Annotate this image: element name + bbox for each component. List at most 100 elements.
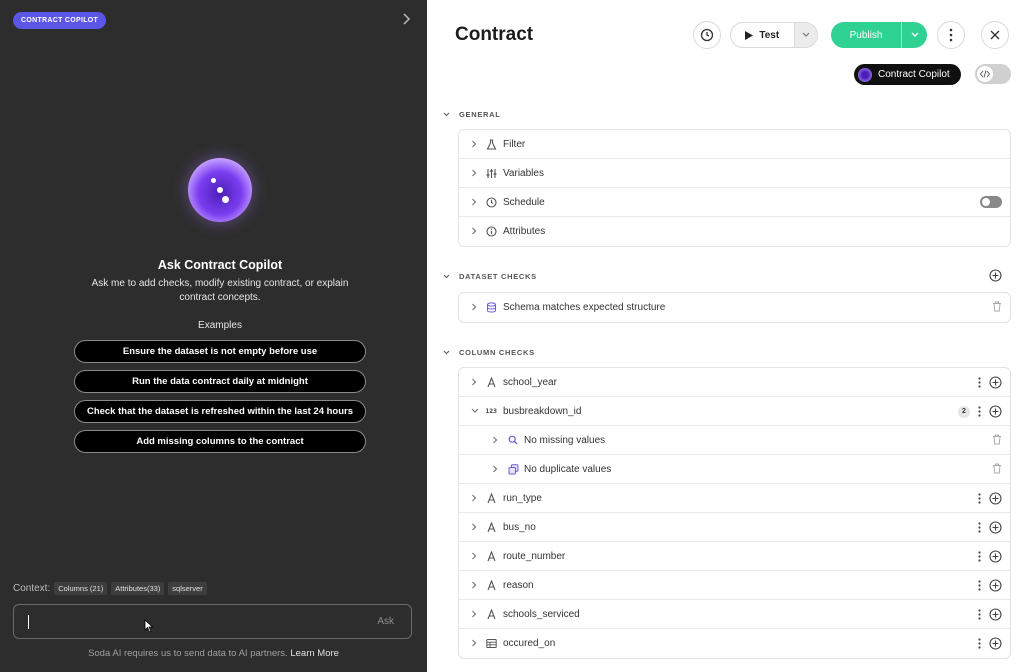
column-row-run-type[interactable]: run_type [459,484,1010,513]
copilot-input[interactable]: Ask [13,604,412,639]
search-icon [507,434,519,446]
add-circle-icon[interactable] [989,269,1002,282]
code-icon [977,66,993,82]
column-label: reason [503,579,534,591]
check-label: No missing values [524,434,606,446]
add-circle-icon[interactable] [989,492,1002,505]
column-row-schools-serviced[interactable]: schools_serviced [459,600,1010,629]
text-type-icon [485,521,497,533]
more-vertical-icon[interactable] [978,551,981,562]
general-item-schedule[interactable]: Schedule [459,188,1010,217]
chevron-right-icon [493,436,498,444]
column-label: run_type [503,492,542,504]
more-vertical-icon[interactable] [978,580,981,591]
general-item-variables[interactable]: Variables [459,159,1010,188]
text-type-icon [485,550,497,562]
context-chip[interactable]: Attributes(33) [111,582,165,595]
more-vertical-icon[interactable] [978,638,981,649]
more-vertical-icon[interactable] [978,609,981,620]
publish-button[interactable]: Publish [831,22,901,48]
column-label: schools_serviced [503,608,580,620]
context-chip[interactable]: sqlserver [168,582,207,595]
item-label: Filter [503,138,526,150]
copilot-orb-icon [858,67,872,82]
example-button[interactable]: Ensure the dataset is not empty before u… [74,340,366,363]
more-vertical-icon[interactable] [978,406,981,417]
column-row-busbreakdown-id[interactable]: 123 busbreakdown_id 2 [459,397,1010,426]
code-view-toggle[interactable] [975,64,1011,84]
chevron-right-icon [472,639,477,647]
chevron-right-icon [472,198,477,206]
learn-more-link[interactable]: Learn More [290,648,339,659]
publish-dropdown-button[interactable] [901,22,927,48]
column-row-school-year[interactable]: school_year [459,368,1010,397]
more-vertical-icon[interactable] [978,493,981,504]
item-label: Variables [503,167,544,179]
general-item-attributes[interactable]: Attributes [459,217,1010,246]
text-type-icon [485,376,497,388]
test-dropdown-button[interactable] [793,23,817,47]
section-general-header[interactable]: GENERAL [443,110,501,119]
chevron-right-icon [472,227,477,235]
trash-icon[interactable] [992,463,1002,474]
general-group: Filter Variables Schedule Attributes [458,129,1011,247]
dataset-check-row[interactable]: Schema matches expected structure [459,293,1010,322]
context-chip[interactable]: Columns (21) [54,582,108,595]
add-circle-icon[interactable] [989,405,1002,418]
section-dataset-checks-header[interactable]: DATASET CHECKS [443,272,537,281]
general-item-filter[interactable]: Filter [459,130,1010,159]
section-column-checks-header[interactable]: COLUMN CHECKS [443,348,535,357]
example-button[interactable]: Check that the dataset is refreshed with… [74,400,366,423]
column-row-route-number[interactable]: route_number [459,542,1010,571]
example-button[interactable]: Run the data contract daily at midnight [74,370,366,393]
chevron-down-icon [911,32,918,37]
test-label: Test [759,29,780,41]
column-label: bus_no [503,521,536,533]
add-circle-icon[interactable] [989,579,1002,592]
trash-icon[interactable] [992,301,1002,312]
more-options-button[interactable] [937,21,965,49]
chevron-down-icon [443,274,450,279]
ask-button[interactable]: Ask [377,616,394,627]
add-circle-icon[interactable] [989,637,1002,650]
trash-icon[interactable] [992,434,1002,445]
chevron-right-icon[interactable] [399,12,413,26]
copilot-orb-icon [188,158,252,222]
more-vertical-icon[interactable] [978,522,981,533]
history-button[interactable] [693,21,721,49]
column-row-bus-no[interactable]: bus_no [459,513,1010,542]
chevron-right-icon [472,169,477,177]
column-label: route_number [503,550,566,562]
chevron-down-icon [802,32,810,37]
column-check-row[interactable]: No missing values [459,426,1010,455]
chevron-right-icon [472,552,477,560]
numeric-type-icon: 123 [485,407,497,415]
table-type-icon [485,637,497,649]
section-title: COLUMN CHECKS [459,348,535,357]
contract-copilot-button[interactable]: Contract Copilot [854,64,961,85]
close-button[interactable] [981,21,1009,49]
copilot-title: Ask Contract Copilot [157,258,283,272]
more-vertical-icon[interactable] [978,377,981,388]
chevron-right-icon [472,303,477,311]
column-check-row[interactable]: No duplicate values [459,455,1010,484]
add-circle-icon[interactable] [989,550,1002,563]
add-circle-icon[interactable] [989,521,1002,534]
item-label: Attributes [503,226,546,237]
copilot-description: Ask me to add checks, modify existing co… [91,278,349,303]
schedule-toggle[interactable] [980,196,1002,208]
contract-editor: Contract Test Publish Contract Copilot G… [427,0,1024,672]
test-button[interactable]: Test [731,23,794,47]
filter-flask-icon [485,138,497,150]
column-row-reason[interactable]: reason [459,571,1010,600]
dataset-checks-group: Schema matches expected structure [458,292,1011,323]
example-button[interactable]: Add missing columns to the contract [74,430,366,453]
column-label: busbreakdown_id [503,405,582,417]
context-bar: Context: Columns (21) Attributes(33) sql… [13,582,207,595]
add-circle-icon[interactable] [989,376,1002,389]
column-row-occured-on[interactable]: occured_on [459,629,1010,658]
column-label: school_year [503,376,557,388]
sliders-icon [485,167,497,179]
add-circle-icon[interactable] [989,608,1002,621]
database-icon [485,301,497,313]
